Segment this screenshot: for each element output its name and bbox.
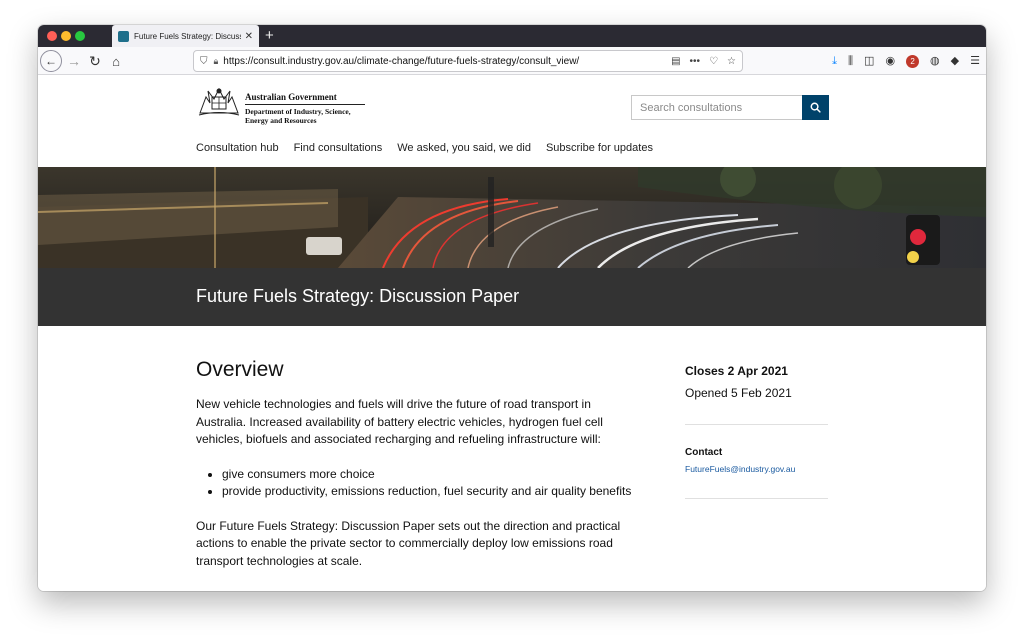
layers-icon[interactable]: ◆ bbox=[951, 51, 959, 71]
reload-icon[interactable]: ↻ bbox=[87, 50, 103, 72]
reader-icon[interactable]: ▤ bbox=[671, 56, 680, 67]
consultation-sidebar: Closes 2 Apr 2021 Opened 5 Feb 2021 Cont… bbox=[685, 364, 828, 499]
nav-subscribe[interactable]: Subscribe for updates bbox=[546, 142, 653, 154]
contact-email-link[interactable]: FutureFuels@industry.gov.au bbox=[685, 464, 828, 474]
title-band: Future Fuels Strategy: Discussion Paper bbox=[38, 268, 986, 326]
tab-title: Future Fuels Strategy: Discussi bbox=[134, 31, 241, 41]
ublock-icon[interactable]: 2 bbox=[906, 54, 920, 68]
back-icon[interactable]: ← bbox=[40, 50, 62, 72]
gov-line3: Energy and Resources bbox=[245, 116, 317, 125]
divider bbox=[685, 424, 828, 425]
night-traffic-image bbox=[38, 167, 986, 268]
hero-image bbox=[38, 167, 986, 268]
account-icon[interactable]: ◉ bbox=[885, 51, 895, 71]
gov-line1: Australian Government bbox=[245, 92, 365, 105]
forward-icon[interactable]: → bbox=[66, 50, 82, 72]
overview-paragraph-1: New vehicle technologies and fuels will … bbox=[196, 397, 603, 446]
page-title: Future Fuels Strategy: Discussion Paper bbox=[196, 286, 520, 306]
closes-date: Closes 2 Apr 2021 bbox=[685, 364, 788, 378]
minimize-window-button[interactable] bbox=[61, 31, 71, 41]
overview-paragraph-2: Our Future Fuels Strategy: Discussion Pa… bbox=[196, 518, 621, 568]
star-icon[interactable]: ☆ bbox=[727, 56, 736, 67]
overview-section: Overview New vehicle technologies and fu… bbox=[196, 358, 636, 570]
gov-line2: Department of Industry, Science, bbox=[245, 107, 351, 116]
overview-heading: Overview bbox=[196, 358, 284, 381]
address-bar[interactable]: ⛉ 🔒︎ https://consult.industry.gov.au/cli… bbox=[193, 50, 743, 72]
menu-icon[interactable]: ☰ bbox=[970, 51, 980, 71]
new-tab-button[interactable]: + bbox=[265, 26, 274, 46]
lock-icon[interactable]: 🔒︎ bbox=[214, 56, 219, 67]
list-item: provide productivity, emissions reductio… bbox=[222, 483, 636, 501]
zoom-window-button[interactable] bbox=[75, 31, 85, 41]
search-button[interactable] bbox=[802, 95, 829, 120]
close-window-button[interactable] bbox=[47, 31, 57, 41]
browser-window: Future Fuels Strategy: Discussi ✕ + ← → … bbox=[38, 25, 986, 591]
nav-consultation-hub[interactable]: Consultation hub bbox=[196, 142, 279, 154]
contact-label: Contact bbox=[685, 447, 723, 458]
pocket-icon[interactable]: ♡ bbox=[709, 56, 718, 67]
web-page: Australian Government Department of Indu… bbox=[38, 75, 986, 591]
opened-date: Opened 5 Feb 2021 bbox=[685, 386, 792, 400]
benefits-list: give consumers more choice provide produ… bbox=[222, 466, 636, 501]
download-icon[interactable]: ⤓ bbox=[832, 51, 837, 71]
nav-find-consultations[interactable]: Find consultations bbox=[294, 142, 383, 154]
divider bbox=[685, 498, 828, 499]
url-text[interactable]: https://consult.industry.gov.au/climate-… bbox=[223, 56, 662, 67]
search-form bbox=[631, 95, 829, 120]
site-nav: Consultation hub Find consultations We a… bbox=[196, 142, 653, 154]
list-item: give consumers more choice bbox=[222, 466, 636, 484]
site-favicon-icon bbox=[118, 30, 129, 42]
home-icon[interactable]: ⌂ bbox=[108, 50, 124, 72]
tab-strip: Future Fuels Strategy: Discussi ✕ + bbox=[38, 25, 986, 47]
browser-tab[interactable]: Future Fuels Strategy: Discussi ✕ bbox=[112, 25, 259, 47]
tab-close-icon[interactable]: ✕ bbox=[245, 31, 253, 42]
sidebar-icon[interactable]: ◫ bbox=[864, 51, 874, 71]
more-icon[interactable]: ••• bbox=[690, 56, 701, 67]
shield-icon[interactable]: ⛉ bbox=[200, 56, 208, 67]
nav-we-asked[interactable]: We asked, you said, we did bbox=[397, 142, 531, 154]
toolbar-right: ⤓ ⫼ ◫ ◉ 2 ◍ ◆ ☰ bbox=[832, 51, 980, 71]
extension-icon[interactable]: ◍ bbox=[930, 51, 940, 71]
coat-of-arms-icon[interactable] bbox=[196, 85, 242, 119]
department-logo[interactable]: Australian Government Department of Indu… bbox=[245, 92, 365, 125]
library-icon[interactable]: ⫼ bbox=[848, 51, 853, 71]
browser-toolbar: ← → ↻ ⌂ ⛉ 🔒︎ https://consult.industry.go… bbox=[38, 47, 986, 75]
search-input[interactable] bbox=[631, 95, 802, 120]
search-icon bbox=[810, 102, 821, 113]
